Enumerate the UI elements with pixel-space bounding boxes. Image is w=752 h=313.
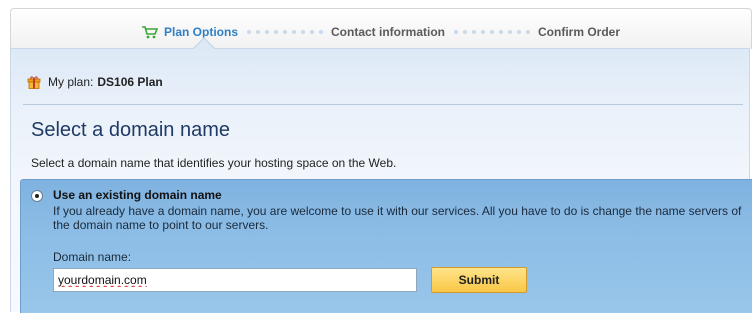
plan-name: DS106 Plan xyxy=(97,75,163,89)
checkout-steps: Plan Options Contact information Confirm… xyxy=(10,8,752,49)
domain-name-label: Domain name: xyxy=(53,250,132,264)
step-pointer-fill xyxy=(193,39,215,50)
step-confirm-order-label: Confirm Order xyxy=(538,25,621,39)
gift-icon xyxy=(27,76,41,89)
step-plan-options[interactable]: Plan Options xyxy=(141,25,238,39)
page-subtitle: Select a domain name that identifies you… xyxy=(31,156,397,170)
current-plan: My plan: DS106 Plan xyxy=(27,75,163,89)
page-title: Select a domain name xyxy=(31,119,231,141)
step-separator xyxy=(451,30,532,34)
domain-name-input[interactable] xyxy=(53,268,417,292)
step-separator xyxy=(244,30,325,34)
divider xyxy=(23,104,743,105)
step-contact-information-label: Contact information xyxy=(331,25,445,39)
option-description: If you already have a domain name, you a… xyxy=(53,204,742,232)
cart-icon xyxy=(141,25,158,38)
submit-button[interactable]: Submit xyxy=(431,267,527,293)
existing-domain-radio[interactable] xyxy=(31,190,43,202)
step-contact-information: Contact information xyxy=(331,25,445,39)
steps-row: Plan Options Contact information Confirm… xyxy=(11,23,751,41)
existing-domain-option[interactable]: Use an existing domain name If you alrea… xyxy=(20,179,752,313)
plan-label: My plan: xyxy=(48,75,94,89)
main-panel: My plan: DS106 Plan Select a domain name… xyxy=(10,37,752,313)
step-confirm-order: Confirm Order xyxy=(538,25,620,39)
option-title: Use an existing domain name xyxy=(53,188,222,202)
